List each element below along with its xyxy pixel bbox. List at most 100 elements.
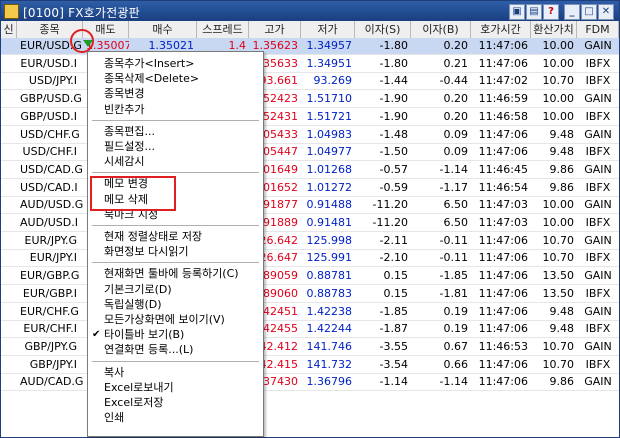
- menu-item[interactable]: 모든가상화면에 보이기(V): [88, 312, 263, 328]
- menu-item-label: Excel로저장: [104, 396, 164, 409]
- col-interest-b-header[interactable]: 이자(B): [411, 21, 471, 38]
- col-interest-b-cell: -0.11: [439, 251, 468, 265]
- col-conv-value-cell: 10.70: [542, 74, 575, 88]
- menu-item[interactable]: 종목삭제<Delete>: [88, 71, 263, 87]
- col-quote-time-cell: 11:47:06: [478, 145, 528, 159]
- restore-icon[interactable]: ▤: [526, 4, 542, 20]
- menu-item[interactable]: 연결화면 등록...(L): [88, 342, 263, 358]
- col-interest-b-cell: -1.14: [439, 375, 468, 389]
- col-symbol-cell: AUD/USD.I: [20, 216, 78, 229]
- col-low-cell: 0.91488: [306, 198, 353, 212]
- menu-item[interactable]: 인쇄: [88, 410, 263, 426]
- menu-item-label: 연결화면 등록...(L): [104, 343, 194, 357]
- col-conv-value-cell: 9.86: [549, 375, 575, 389]
- col-interest-b-cell: 0.09: [443, 127, 469, 141]
- col-quote-time-cell: 11:47:06: [478, 304, 528, 318]
- col-quote-time-cell: 11:47:06: [478, 127, 528, 141]
- col-interest-b-cell: 0.66: [443, 357, 469, 371]
- context-menu: 종목추가<Insert> 종목삭제<Delete> 종목변경 빈칸추가종목편집... 필…: [87, 51, 264, 437]
- col-low-cell: 1.34957: [306, 39, 353, 52]
- col-quote-time-cell: 11:47:06: [478, 322, 528, 336]
- col-low-cell: 125.991: [306, 251, 353, 265]
- col-quote-time-header[interactable]: 호가시간: [471, 21, 531, 38]
- menu-item[interactable]: 종목편집...: [88, 124, 263, 140]
- menu-item[interactable]: 종목추가<Insert>: [88, 56, 263, 72]
- col-high-header[interactable]: 고가: [249, 21, 301, 38]
- col-buy-header[interactable]: 매수: [129, 21, 197, 38]
- menu-item[interactable]: ✔ 타이틀바 보기(B): [88, 327, 263, 343]
- col-conv-value-cell: 9.86: [549, 180, 575, 194]
- menu-item[interactable]: Excel로보내기: [88, 380, 263, 396]
- col-low-cell: 125.998: [306, 233, 353, 247]
- col-low-cell: 1.36796: [306, 375, 353, 389]
- menu-separator: [92, 119, 259, 121]
- col-conv-value-cell: 13.50: [542, 286, 575, 300]
- menu-item[interactable]: 복사: [88, 365, 263, 381]
- col-low-header[interactable]: 저가: [301, 21, 355, 38]
- minimize-icon[interactable]: _: [564, 4, 580, 20]
- menu-separator: [92, 360, 259, 362]
- menu-item-label: 종목변경: [104, 87, 145, 101]
- menu-item[interactable]: 필드설정...: [88, 139, 263, 155]
- col-quote-time-cell: 11:46:45: [478, 162, 528, 176]
- menu-item[interactable]: 종목변경: [88, 86, 263, 102]
- menu-item[interactable]: 빈칸추가: [88, 102, 263, 118]
- col-conv-value-header[interactable]: 환산가치: [531, 21, 577, 38]
- col-fdm-cell: GAIN: [584, 127, 612, 141]
- menu-item-label: 종목추가<Insert>: [104, 57, 195, 70]
- copy-icon[interactable]: ▣: [509, 4, 525, 20]
- menu-item[interactable]: 기본크기로(D): [88, 282, 263, 298]
- menu-item-label: 종목삭제<Delete>: [104, 72, 200, 86]
- menu-item-label: 기본크기로(D): [104, 282, 172, 296]
- menu-item[interactable]: Excel로저장: [88, 395, 263, 411]
- col-quote-time-cell: 11:47:02: [478, 74, 528, 88]
- col-interest-s-cell: 0.15: [383, 286, 409, 300]
- col-symbol-cell: EUR/JPY.G: [24, 233, 78, 247]
- col-fdm-cell: IBFX: [585, 145, 611, 159]
- help-icon[interactable]: ?: [543, 4, 559, 20]
- menu-item[interactable]: 현재화면 툴바에 등록하기(C): [88, 266, 263, 282]
- col-interest-b-cell: -1.17: [439, 180, 468, 194]
- menu-item-label: 인쇄: [104, 411, 125, 425]
- col-symbol-cell: EUR/JPY.I: [29, 251, 77, 265]
- col-symbol-cell: GBP/JPY.G: [24, 339, 77, 353]
- col-fdm-header[interactable]: FDM: [577, 21, 619, 38]
- col-conv-value-cell: 9.48: [549, 322, 575, 336]
- col-fdm-cell: IBFX: [585, 251, 611, 265]
- menu-item[interactable]: 화면정보 다시읽기: [88, 244, 263, 260]
- col-conv-value-cell: 10.00: [542, 109, 575, 123]
- col-low-cell: 0.88781: [306, 269, 353, 283]
- col-fdm-cell: GAIN: [584, 375, 612, 389]
- col-interest-s-cell: -1.50: [379, 145, 408, 159]
- col-symbol-cell: EUR/USD.I: [20, 56, 77, 70]
- col-interest-s-cell: -1.14: [379, 375, 408, 389]
- menu-item[interactable]: 독립실행(D): [88, 297, 263, 313]
- col-interest-s-cell: 0.15: [383, 269, 409, 283]
- col-fdm-cell: IBFX: [585, 56, 611, 70]
- col-quote-time-cell: 11:47:06: [478, 269, 528, 283]
- title-bar[interactable]: [0100] FX호가전광판 ▣ ▤ ? _ □ ✕: [1, 1, 619, 21]
- col-fdm-cell: GAIN: [584, 269, 612, 283]
- menu-item[interactable]: 현재 정렬상태로 저장: [88, 229, 263, 245]
- col-fdm-cell: GAIN: [584, 339, 612, 353]
- col-interest-b-cell: 0.09: [443, 145, 469, 159]
- col-fdm-cell: IBFX: [585, 109, 611, 123]
- col-symbol-cell: GBP/USD.G: [20, 92, 82, 106]
- col-signal-header[interactable]: 신: [1, 21, 17, 38]
- col-low-cell: 0.91481: [306, 216, 353, 229]
- col-quote-time-cell: 11:46:54: [478, 180, 528, 194]
- col-symbol-cell: EUR/CHF.I: [23, 322, 77, 336]
- col-quote-time-cell: 11:47:03: [478, 216, 528, 229]
- col-interest-s-header[interactable]: 이자(S): [355, 21, 411, 38]
- col-symbol-cell: USD/CHF.I: [22, 145, 77, 159]
- menu-item[interactable]: 시세감시: [88, 154, 263, 170]
- maximize-icon[interactable]: □: [581, 4, 597, 20]
- close-icon[interactable]: ✕: [598, 4, 614, 20]
- col-interest-b-cell: 6.50: [443, 198, 469, 212]
- col-fdm-cell: IBFX: [585, 180, 611, 194]
- col-interest-s-cell: -1.90: [379, 109, 408, 123]
- col-quote-time-cell: 11:47:06: [478, 56, 528, 70]
- col-fdm-cell: GAIN: [584, 198, 612, 212]
- col-spread-header[interactable]: 스프레드: [197, 21, 249, 38]
- col-symbol-cell: GBP/USD.I: [20, 109, 77, 123]
